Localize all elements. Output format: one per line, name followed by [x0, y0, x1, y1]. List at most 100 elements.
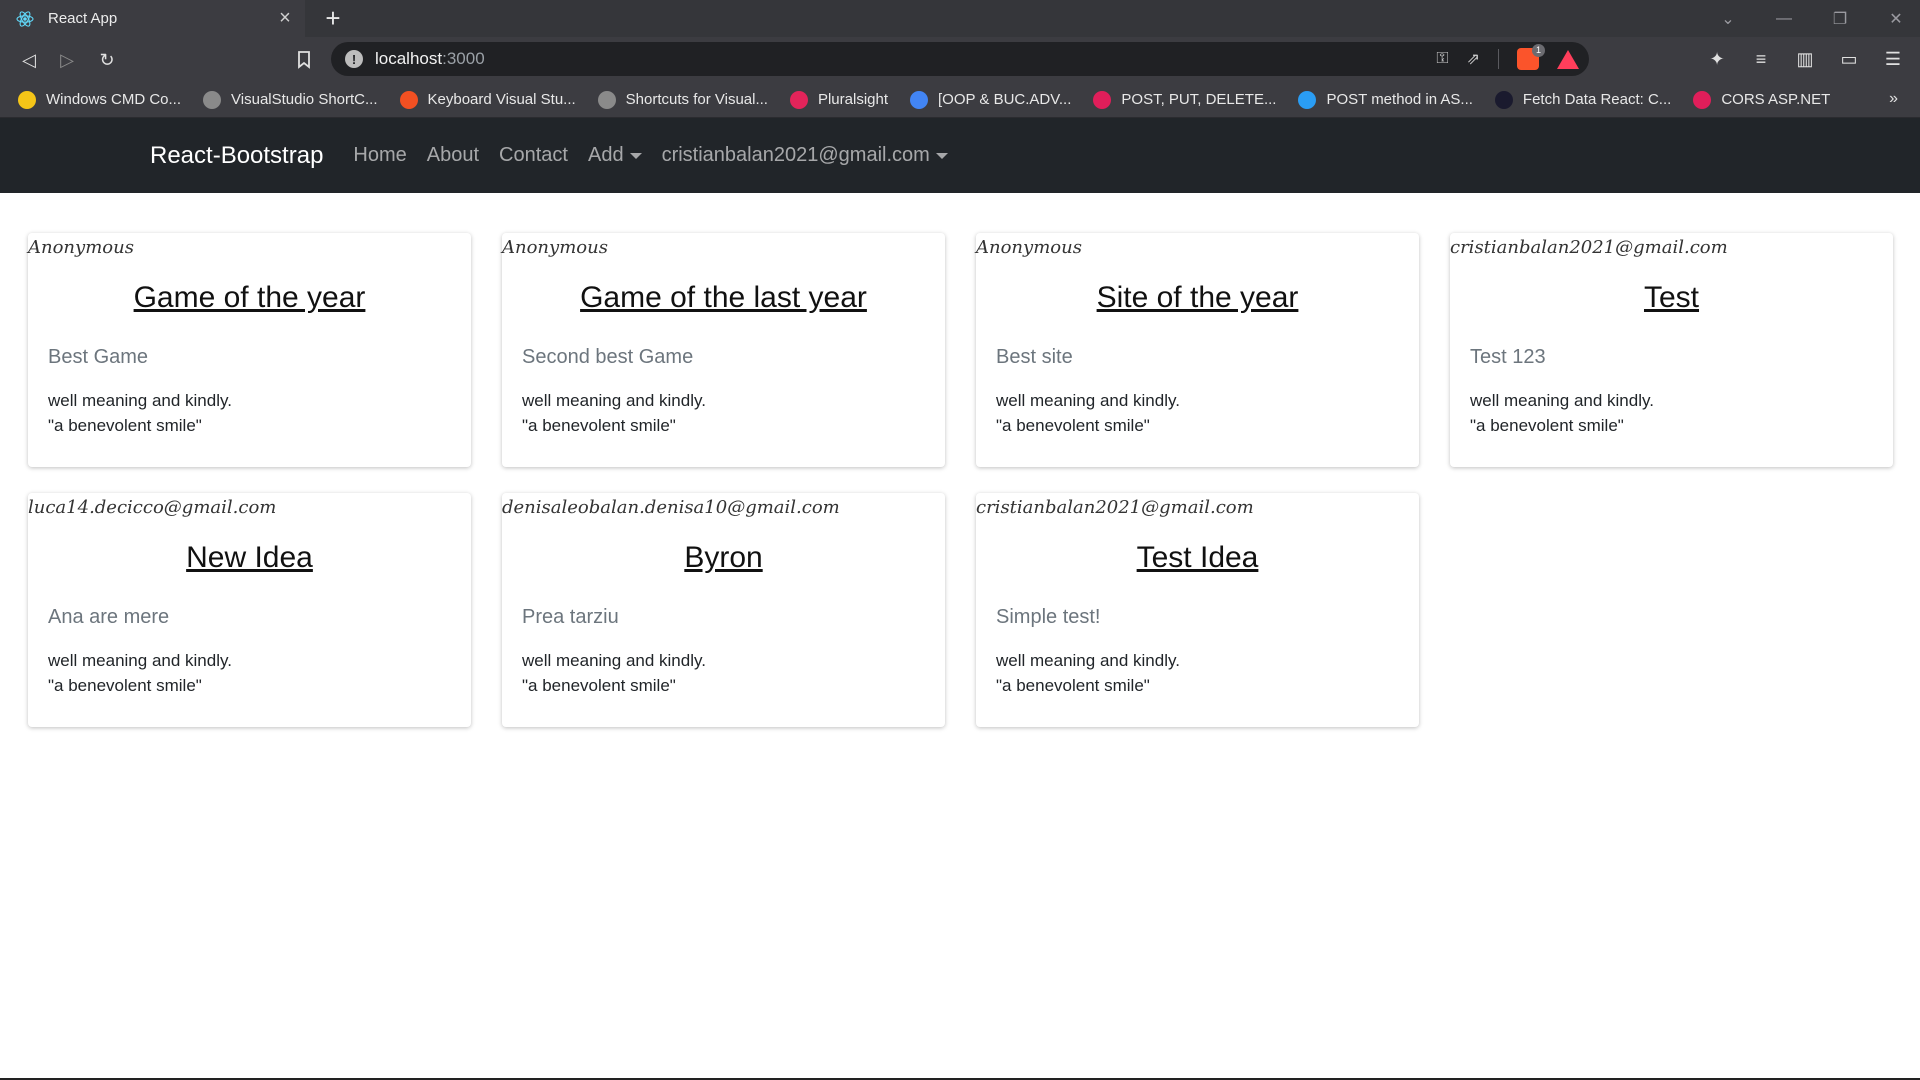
- react-icon: [14, 8, 36, 30]
- bookmark-favicon-icon: [18, 90, 36, 109]
- bookmark-label: Windows CMD Co...: [46, 91, 182, 108]
- bookmark-item[interactable]: Pluralsight: [789, 90, 889, 109]
- card-text: well meaning and kindly. "a benevolent sm…: [48, 648, 232, 698]
- card-subtitle: Simple test!: [996, 606, 1101, 628]
- bookmark-favicon-icon: [1093, 90, 1112, 109]
- card-text: well meaning and kindly. "a benevolent sm…: [522, 388, 706, 438]
- card-title-link[interactable]: New Idea: [28, 541, 471, 575]
- close-window-icon[interactable]: ✕: [1872, 0, 1920, 37]
- back-icon[interactable]: ◁: [14, 45, 44, 75]
- nav-add-label: Add: [587, 144, 624, 166]
- card-title-link[interactable]: Test Idea: [976, 541, 1419, 575]
- chevron-down-icon: [935, 152, 948, 159]
- card-author: cristianbalan2021@gmail.com: [1450, 237, 1728, 258]
- card-author: Anonymous: [28, 237, 134, 258]
- card-text: well meaning and kindly. "a benevolent sm…: [996, 648, 1180, 698]
- share-icon[interactable]: ⇗: [1467, 49, 1480, 69]
- brave-rewards-icon[interactable]: [1557, 49, 1579, 69]
- bookmarks-overflow-icon[interactable]: »: [1889, 90, 1898, 108]
- browser-tab-strip: React App × + ⌄ — ❐ ✕: [0, 0, 1920, 37]
- bookmark-favicon-icon: [597, 90, 616, 109]
- minimize-icon[interactable]: —: [1760, 0, 1808, 37]
- brave-shield-icon[interactable]: 1: [1517, 44, 1545, 70]
- card-text-line: "a benevolent smile": [522, 676, 676, 695]
- bookmark-item[interactable]: Fetch Data React: C...: [1494, 90, 1672, 109]
- card-text-line: "a benevolent smile": [522, 416, 676, 435]
- card-text: well meaning and kindly. "a benevolent sm…: [48, 388, 232, 438]
- bookmark-item[interactable]: POST, PUT, DELETE...: [1093, 90, 1276, 109]
- nav-link-contact[interactable]: Contact: [499, 144, 568, 167]
- new-tab-button[interactable]: +: [318, 3, 348, 33]
- bookmark-label: VisualStudio ShortC...: [231, 91, 378, 108]
- card-text-line: well meaning and kindly.: [996, 391, 1180, 410]
- card-text-line: "a benevolent smile": [48, 676, 202, 695]
- bookmark-item[interactable]: Windows CMD Co...: [18, 90, 182, 109]
- forward-icon[interactable]: ▷: [52, 45, 82, 75]
- site-info-icon[interactable]: !: [345, 50, 363, 68]
- extensions-icon[interactable]: ✦: [1704, 45, 1730, 73]
- card-title-link[interactable]: Site of the year: [976, 281, 1419, 315]
- wallet-icon[interactable]: ▭: [1836, 45, 1862, 73]
- browser-toolbar: ◁ ▷ ↻ ! localhost:3000 ⚿ ⇗ 1 ✦ ≡ ▥ ▭ ☰: [0, 37, 1920, 82]
- card-text: well meaning and kindly. "a benevolent sm…: [996, 388, 1180, 438]
- idea-card: cristianbalan2021@gmail.com Test Idea Simp…: [976, 493, 1419, 727]
- card-title-link[interactable]: Test: [1450, 281, 1893, 315]
- card-subtitle: Best site: [996, 346, 1073, 368]
- card-text-line: "a benevolent smile": [1470, 416, 1624, 435]
- card-text-line: well meaning and kindly.: [522, 391, 706, 410]
- close-tab-icon[interactable]: ×: [271, 7, 299, 30]
- idea-card: Anonymous Game of the year Best Game well m…: [28, 233, 471, 467]
- bookmark-label: POST method in AS...: [1326, 91, 1473, 108]
- bookmark-item[interactable]: Shortcuts for Visual...: [597, 90, 768, 109]
- playlist-icon[interactable]: ≡: [1748, 45, 1774, 73]
- card-subtitle: Ana are mere: [48, 606, 170, 628]
- card-subtitle: Test 123: [1470, 346, 1546, 368]
- card-text-line: "a benevolent smile": [996, 676, 1150, 695]
- idea-card: Anonymous Site of the year Best site well m…: [976, 233, 1419, 467]
- sidebar-icon[interactable]: ▥: [1792, 45, 1818, 73]
- brave-badge: 1: [1532, 44, 1545, 57]
- bookmark-label: Pluralsight: [817, 91, 889, 108]
- card-text-line: well meaning and kindly.: [1470, 391, 1654, 410]
- bookmark-label: Fetch Data React: C...: [1522, 91, 1672, 108]
- card-subtitle: Best Game: [48, 346, 149, 368]
- bookmark-label: [OOP & BUC.ADV...: [938, 91, 1072, 108]
- menu-icon[interactable]: ☰: [1880, 45, 1906, 73]
- nav-link-about[interactable]: About: [427, 144, 479, 167]
- idea-card: Anonymous Game of the last year Second bes…: [502, 233, 945, 467]
- url-port: :3000: [442, 49, 485, 68]
- divider: [1498, 49, 1499, 69]
- navbar-brand[interactable]: React-Bootstrap: [150, 142, 323, 170]
- card-text-line: well meaning and kindly.: [48, 391, 232, 410]
- bookmark-item[interactable]: POST method in AS...: [1298, 90, 1473, 109]
- url-host: localhost: [375, 49, 443, 68]
- card-text-line: "a benevolent smile": [996, 416, 1150, 435]
- app-navbar: React-Bootstrap Home About Contact Add c…: [0, 118, 1920, 193]
- bookmark-label: Keyboard Visual Stu...: [427, 91, 576, 108]
- card-title-link[interactable]: Byron: [502, 541, 945, 575]
- bookmarks-bar: Windows CMD Co... VisualStudio ShortC... K…: [0, 82, 1920, 118]
- card-subtitle: Second best Game: [522, 346, 694, 368]
- card-title-link[interactable]: Game of the year: [28, 281, 471, 315]
- tab-title: React App: [48, 10, 118, 27]
- tab-search-icon[interactable]: ⌄: [1704, 0, 1752, 37]
- bookmark-favicon-icon: [1693, 90, 1712, 109]
- idea-card: luca14.decicco@gmail.com New Idea Ana are …: [28, 493, 471, 727]
- card-text: well meaning and kindly. "a benevolent sm…: [522, 648, 706, 698]
- bookmark-icon[interactable]: [289, 45, 319, 75]
- restore-icon[interactable]: ❐: [1816, 0, 1864, 37]
- key-icon[interactable]: ⚿: [1436, 50, 1448, 68]
- reload-icon[interactable]: ↻: [92, 45, 122, 75]
- card-title-link[interactable]: Game of the last year: [502, 281, 945, 315]
- bookmark-favicon-icon: [910, 90, 929, 109]
- address-bar[interactable]: ! localhost:3000 ⚿ ⇗ 1: [331, 42, 1589, 76]
- bookmark-favicon-icon: [789, 90, 808, 109]
- tab-react-app[interactable]: React App ×: [0, 0, 305, 37]
- nav-dropdown-user[interactable]: cristianbalan2021@gmail.com: [662, 144, 948, 167]
- bookmark-item[interactable]: VisualStudio ShortC...: [203, 90, 378, 109]
- bookmark-item[interactable]: CORS ASP.NET: [1693, 90, 1830, 109]
- bookmark-item[interactable]: Keyboard Visual Stu...: [399, 90, 576, 109]
- nav-link-home[interactable]: Home: [353, 144, 406, 167]
- nav-dropdown-add[interactable]: Add: [588, 144, 642, 167]
- bookmark-item[interactable]: [OOP & BUC.ADV...: [910, 90, 1072, 109]
